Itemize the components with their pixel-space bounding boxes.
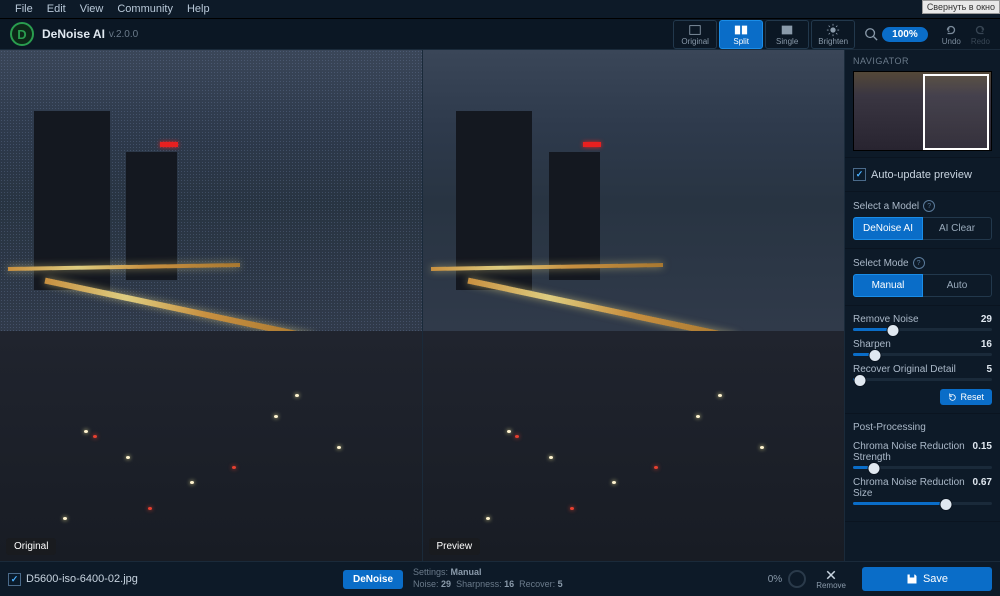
- help-icon[interactable]: ?: [913, 257, 925, 269]
- menu-help[interactable]: Help: [180, 1, 217, 17]
- post-processing-heading: Post-Processing: [853, 422, 926, 433]
- recover-detail-slider[interactable]: [853, 378, 992, 381]
- mode-auto[interactable]: Auto: [923, 274, 992, 297]
- viewmode-single[interactable]: Single: [765, 20, 809, 49]
- select-model-label: Select a Model: [853, 201, 919, 212]
- menu-view[interactable]: View: [73, 1, 111, 17]
- cnr-size-label: Chroma Noise Reduction Size: [853, 477, 973, 499]
- preview-label: Preview: [429, 538, 481, 555]
- remove-noise-value: 29: [981, 314, 992, 325]
- auto-update-label: Auto-update preview: [871, 169, 972, 181]
- recover-detail-value: 5: [986, 364, 992, 375]
- remove-button[interactable]: Remove: [816, 569, 846, 590]
- sharpen-slider[interactable]: [853, 353, 992, 356]
- select-mode-label: Select Mode: [853, 258, 909, 269]
- cnr-size-value: 0.67: [973, 477, 992, 499]
- filename: D5600-iso-6400-02.jpg: [26, 573, 138, 585]
- mode-manual[interactable]: Manual: [853, 274, 923, 297]
- save-button[interactable]: Save: [862, 567, 992, 591]
- magnifier-icon[interactable]: [864, 27, 878, 41]
- process-button[interactable]: DeNoise: [343, 570, 403, 589]
- preview-pane: Preview: [422, 50, 845, 561]
- reset-button[interactable]: Reset: [940, 389, 992, 405]
- original-pane: Original: [0, 50, 422, 561]
- help-icon[interactable]: ?: [923, 200, 935, 212]
- single-icon: [780, 23, 794, 37]
- external-minimize-pill[interactable]: Свернуть в окно: [922, 0, 1000, 14]
- sidebar: NAVIGATOR Auto-update preview Select a M…: [844, 50, 1000, 561]
- close-icon: [825, 569, 837, 581]
- sharpen-label: Sharpen: [853, 339, 891, 350]
- progress-percent: 0%: [768, 574, 782, 585]
- auto-update-checkbox[interactable]: [853, 168, 866, 181]
- viewmode-split[interactable]: Split: [719, 20, 763, 49]
- progress-ring-icon: [788, 570, 806, 588]
- menubar: File Edit View Community Help: [0, 0, 1000, 19]
- redo-icon: [973, 23, 987, 37]
- cnr-strength-slider[interactable]: [853, 466, 992, 469]
- zoom-controls: 100%: [864, 27, 928, 42]
- sharpen-value: 16: [981, 339, 992, 350]
- original-label: Original: [6, 538, 56, 555]
- footer: D5600-iso-6400-02.jpg DeNoise Settings: …: [0, 561, 1000, 596]
- undo-icon: [944, 23, 958, 37]
- reset-icon: [948, 393, 957, 402]
- app-logo-icon: D: [10, 22, 34, 46]
- recover-detail-label: Recover Original Detail: [853, 364, 956, 375]
- remove-noise-slider[interactable]: [853, 328, 992, 331]
- file-checkbox[interactable]: [8, 573, 21, 586]
- undo-button[interactable]: Undo: [942, 23, 961, 46]
- navigator-viewport-box[interactable]: [923, 74, 989, 150]
- menu-file[interactable]: File: [8, 1, 40, 17]
- viewmode-original[interactable]: Original: [673, 20, 717, 49]
- brighten-icon: [826, 23, 840, 37]
- save-icon: [906, 573, 918, 585]
- redo-button[interactable]: Redo: [971, 23, 990, 46]
- menu-edit[interactable]: Edit: [40, 1, 73, 17]
- app-version: v.2.0.0: [109, 29, 138, 40]
- model-denoise-ai[interactable]: DeNoise AI: [853, 217, 923, 240]
- split-viewer[interactable]: Original Preview: [0, 50, 844, 561]
- navigator-thumbnail[interactable]: [853, 71, 992, 151]
- original-icon: [688, 23, 702, 37]
- model-ai-clear[interactable]: AI Clear: [923, 217, 992, 240]
- split-icon: [734, 23, 748, 37]
- titlebar: D DeNoise AI v.2.0.0 Original Split Sing…: [0, 19, 1000, 50]
- cnr-size-slider[interactable]: [853, 502, 992, 505]
- settings-summary: Settings: Manual Noise: 29 Sharpness: 16…: [413, 567, 563, 590]
- app-title: DeNoise AI: [42, 27, 105, 41]
- cnr-strength-value: 0.15: [973, 441, 992, 463]
- navigator-heading: NAVIGATOR: [853, 56, 992, 66]
- cnr-strength-label: Chroma Noise Reduction Strength: [853, 441, 973, 463]
- viewmode-brighten[interactable]: Brighten: [811, 20, 855, 49]
- zoom-percent[interactable]: 100%: [882, 27, 928, 42]
- menu-community[interactable]: Community: [110, 1, 180, 17]
- remove-noise-label: Remove Noise: [853, 314, 919, 325]
